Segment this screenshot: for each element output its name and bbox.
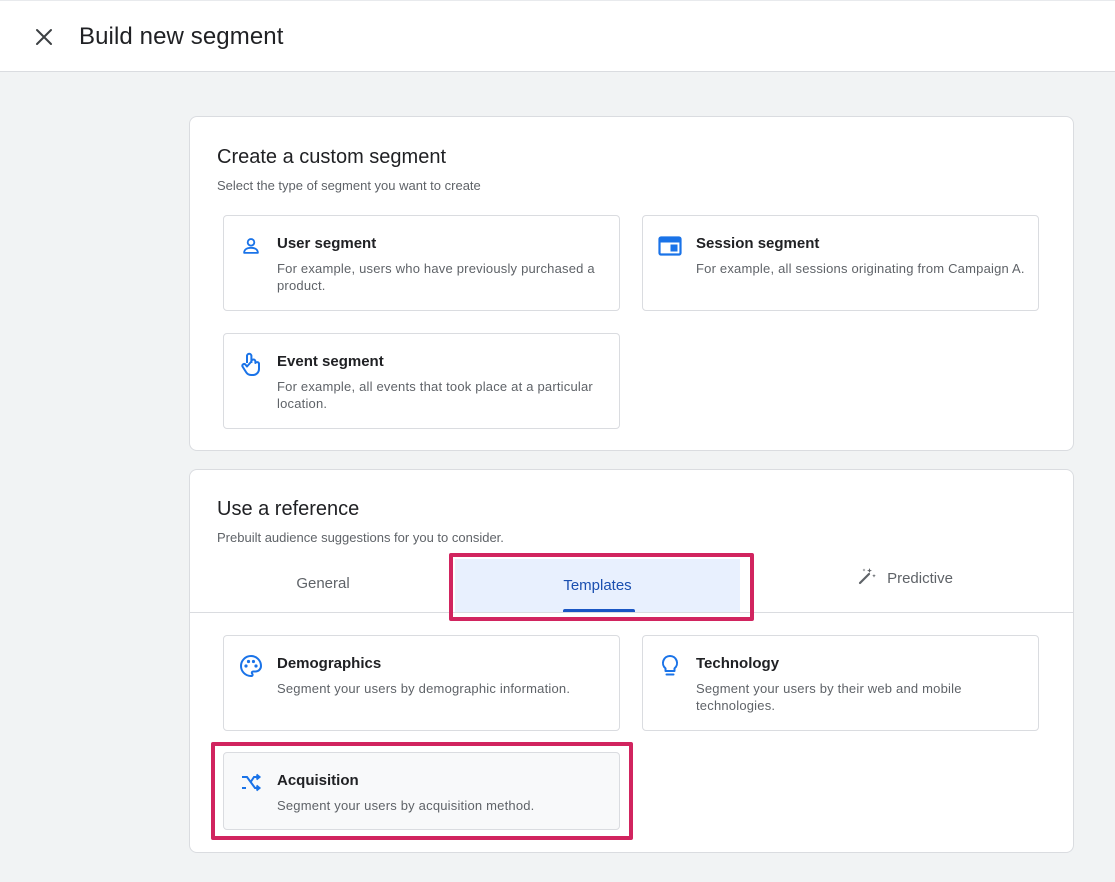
acquisition-title: Acquisition	[277, 772, 359, 789]
session-segment-description: For example, all sessions originating fr…	[696, 261, 1025, 276]
tab-selected-indicator	[563, 609, 635, 612]
demographics-title: Demographics	[277, 655, 382, 672]
technology-title: Technology	[696, 655, 780, 672]
tab-templates-label: Templates	[563, 577, 632, 594]
demographics-option[interactable]: Demographics Segment your users by demog…	[223, 635, 620, 731]
session-icon	[657, 233, 683, 259]
reference-tabs: General Templates Predictive	[190, 554, 1073, 613]
session-segment-title: Session segment	[696, 235, 820, 252]
reference-subtitle: Prebuilt audience suggestions for you to…	[217, 530, 504, 545]
reference-card: Use a reference Prebuilt audience sugges…	[189, 469, 1074, 853]
user-segment-title: User segment	[277, 235, 377, 252]
custom-segment-card: Create a custom segment Select the type …	[189, 116, 1074, 451]
acquisition-description: Segment your users by acquisition method…	[277, 798, 535, 813]
custom-segment-subtitle: Select the type of segment you want to c…	[217, 178, 481, 193]
top-bar: Build new segment	[0, 0, 1115, 72]
shuffle-icon	[238, 770, 264, 796]
tab-predictive[interactable]: Predictive	[830, 549, 980, 607]
user-segment-option[interactable]: User segment For example, users who have…	[223, 215, 620, 311]
event-segment-description: For example, all events that took place …	[277, 379, 593, 411]
page-title: Build new segment	[79, 23, 284, 50]
technology-option[interactable]: Technology Segment your users by their w…	[642, 635, 1039, 731]
magic-wand-icon	[857, 566, 877, 590]
reference-title: Use a reference	[217, 498, 360, 520]
event-segment-option[interactable]: Event segment For example, all events th…	[223, 333, 620, 429]
close-button[interactable]	[30, 23, 58, 51]
event-segment-title: Event segment	[277, 353, 384, 370]
close-icon[interactable]	[34, 27, 54, 47]
tab-general[interactable]: General	[228, 554, 418, 612]
user-segment-description: For example, users who have previously p…	[277, 261, 595, 293]
acquisition-option[interactable]: Acquisition Segment your users by acquis…	[223, 752, 620, 830]
session-segment-option[interactable]: Session segment For example, all session…	[642, 215, 1039, 311]
custom-segment-title: Create a custom segment	[217, 146, 446, 168]
lightbulb-icon	[657, 653, 683, 679]
technology-description: Segment your users by their web and mobi…	[696, 681, 962, 713]
demographics-description: Segment your users by demographic inform…	[277, 681, 571, 696]
tab-templates[interactable]: Templates	[455, 559, 740, 612]
tab-predictive-label: Predictive	[887, 569, 953, 587]
tab-general-label: General	[296, 574, 350, 592]
palette-icon	[238, 653, 264, 679]
touch-icon	[238, 351, 264, 377]
person-icon	[238, 233, 264, 259]
